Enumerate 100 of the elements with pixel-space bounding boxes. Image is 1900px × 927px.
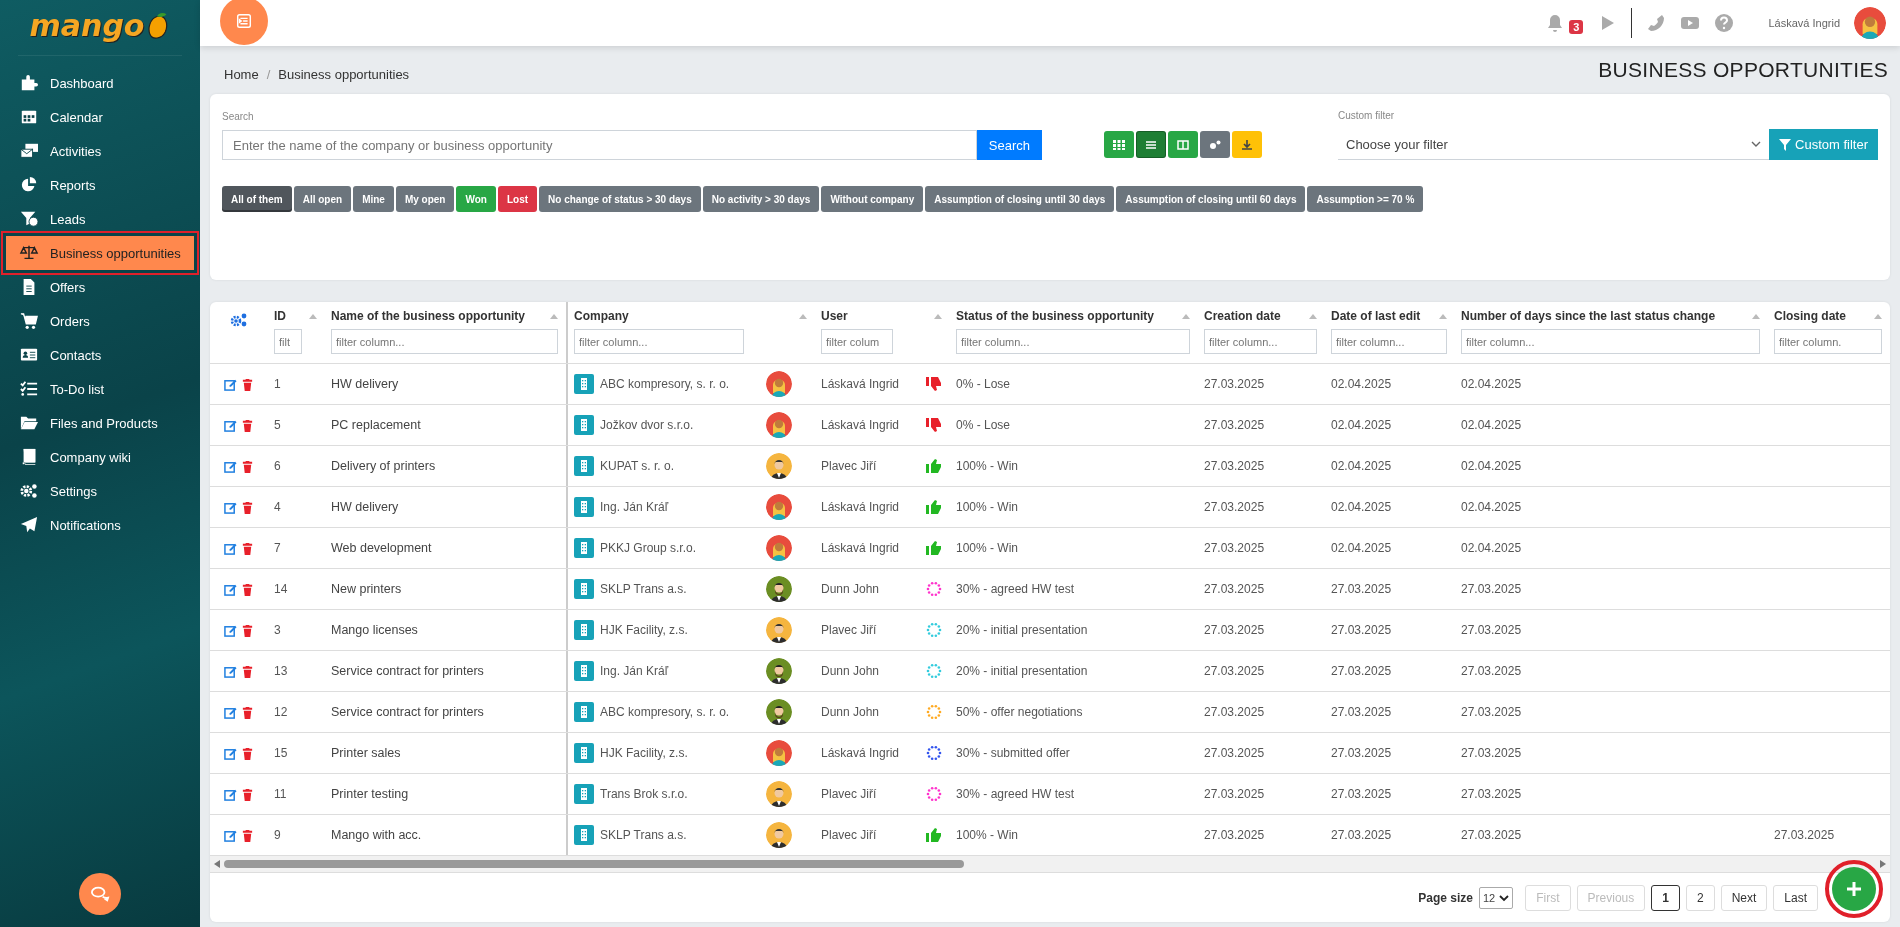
column-header[interactable]: User [821, 309, 848, 323]
filter-chip[interactable]: Assumption of closing until 60 days [1116, 186, 1306, 212]
filter-chip[interactable]: All of them [222, 186, 292, 212]
filter-chip[interactable]: My open [395, 186, 455, 212]
page-size-dropdown[interactable]: 12 [1479, 886, 1514, 909]
thumbs-up-icon [926, 499, 942, 515]
chat-button[interactable] [79, 873, 121, 915]
table-cell: Ing. Ján Kráľ [600, 664, 669, 678]
trash-icon[interactable] [241, 582, 254, 596]
column-filter-field[interactable]: filter column. [1774, 329, 1882, 354]
trash-icon[interactable] [241, 623, 254, 637]
pagination-button[interactable]: Last [1773, 884, 1818, 911]
column-header[interactable]: Status of the business opportunity [956, 309, 1154, 323]
trash-icon[interactable] [241, 664, 254, 678]
filter-chip[interactable]: No activity > 30 days [702, 186, 820, 212]
edit-icon[interactable] [224, 623, 237, 637]
column-filter-field[interactable]: filter column... [1331, 329, 1447, 354]
sidebar-item[interactable]: Dashboard [6, 66, 194, 100]
sidebar-item[interactable]: Reports [6, 168, 194, 202]
pagination-button[interactable]: 1 [1651, 884, 1680, 911]
sidebar-item[interactable]: Settings [6, 474, 194, 508]
menu-button[interactable] [220, 0, 268, 45]
column-header[interactable]: Closing date [1774, 309, 1846, 323]
building-icon [574, 825, 594, 845]
column-filter-field[interactable]: filter colum [821, 329, 893, 354]
trash-icon[interactable] [241, 459, 254, 473]
edit-icon[interactable] [224, 377, 237, 391]
gears-icon[interactable] [230, 312, 248, 328]
column-header[interactable]: Company [574, 309, 629, 323]
sidebar-item[interactable]: Offers [6, 270, 194, 304]
column-filter-field[interactable]: filter column... [574, 329, 744, 354]
filter-chip[interactable]: Mine [353, 186, 394, 212]
table-cell-text: 27.03.2025 [1203, 622, 1266, 639]
view-button[interactable] [1168, 131, 1198, 158]
column-header[interactable]: Name of the business opportunity [331, 309, 525, 323]
table-cell-text: 27.03.2025 [1203, 704, 1266, 721]
table-cell-text: 9 [273, 827, 282, 844]
phone-icon[interactable] [1646, 13, 1667, 33]
edit-icon[interactable] [224, 746, 237, 760]
trash-icon[interactable] [241, 377, 254, 391]
filter-chip[interactable]: No change of status > 30 days [539, 186, 701, 212]
filter-chip[interactable]: Lost [497, 186, 538, 212]
search-field[interactable]: Enter the name of the company or business opportunity [222, 130, 977, 160]
edit-icon[interactable] [224, 582, 237, 596]
edit-icon[interactable] [224, 500, 237, 514]
column-header[interactable]: Date of last edit [1331, 309, 1421, 323]
user-name[interactable]: Láskavá Ingrid [1768, 17, 1840, 29]
filter-dropdown[interactable]: Choose your filter [1338, 129, 1770, 160]
chevron-down-icon [1751, 140, 1762, 148]
column-header[interactable]: Creation date [1204, 309, 1281, 323]
view-button[interactable] [1200, 131, 1230, 158]
filter-chip[interactable]: Assumption >= 70 % [1307, 186, 1424, 212]
sidebar-item[interactable]: Orders [6, 304, 194, 338]
edit-icon[interactable] [224, 541, 237, 555]
edit-icon[interactable] [224, 828, 237, 842]
view-button[interactable] [1136, 131, 1166, 158]
scrollbar-thumb[interactable] [224, 860, 964, 868]
filter-chip[interactable]: All open [293, 186, 352, 212]
edit-icon[interactable] [224, 705, 237, 719]
trash-icon[interactable] [241, 541, 254, 555]
table-cell-text: 20% - initial presentation [955, 663, 1089, 680]
search-button[interactable]: Search [976, 130, 1042, 160]
sidebar-item[interactable]: Leads [6, 202, 194, 236]
sidebar-item[interactable]: Activities [6, 134, 194, 168]
sidebar-item[interactable]: Calendar [6, 100, 194, 134]
trash-icon[interactable] [241, 828, 254, 842]
edit-icon[interactable] [224, 459, 237, 473]
column-filter-field[interactable]: filter column... [1461, 329, 1760, 354]
trash-icon[interactable] [241, 787, 254, 801]
edit-icon[interactable] [224, 418, 237, 432]
arrow-right-icon[interactable] [1880, 860, 1886, 868]
table-cell: HW delivery [325, 487, 568, 527]
trash-icon[interactable] [241, 500, 254, 514]
edit-icon[interactable] [224, 664, 237, 678]
column-header[interactable]: ID [274, 309, 286, 323]
sidebar-item[interactable]: To-Do list [6, 372, 194, 406]
sidebar-item[interactable]: Notifications [6, 508, 194, 542]
sidebar-item[interactable]: Contacts [6, 338, 194, 372]
trash-icon[interactable] [241, 418, 254, 432]
arrow-left-icon[interactable] [214, 860, 220, 868]
edit-icon[interactable] [224, 787, 237, 801]
help-icon[interactable] [1714, 13, 1735, 33]
column-filter-field[interactable]: filt [274, 329, 302, 354]
view-button[interactable] [1232, 131, 1262, 158]
horizontal-scrollbar[interactable] [210, 856, 1890, 873]
trash-icon[interactable] [241, 746, 254, 760]
pagination-button[interactable]: 2 [1685, 884, 1715, 911]
breadcrumb-item[interactable]: Home [224, 67, 259, 82]
trash-icon[interactable] [241, 705, 254, 719]
column-filter-field[interactable]: filter column... [956, 329, 1190, 354]
column-filter-field[interactable]: filter column... [331, 329, 558, 354]
sidebar-item[interactable]: Company wiki [6, 440, 194, 474]
filter-chip[interactable]: Assumption of closing until 30 days [925, 186, 1115, 212]
column-filter-field[interactable]: filter column... [1204, 329, 1317, 354]
view-button[interactable] [1104, 131, 1134, 158]
pagination-button[interactable]: Next [1720, 884, 1768, 911]
table-cell: Printer testing [325, 774, 568, 814]
sidebar-item[interactable]: Files and Products [6, 406, 194, 440]
filter-chip[interactable]: Without company [821, 186, 924, 212]
column-header[interactable]: Number of days since the last status change [1461, 309, 1716, 323]
